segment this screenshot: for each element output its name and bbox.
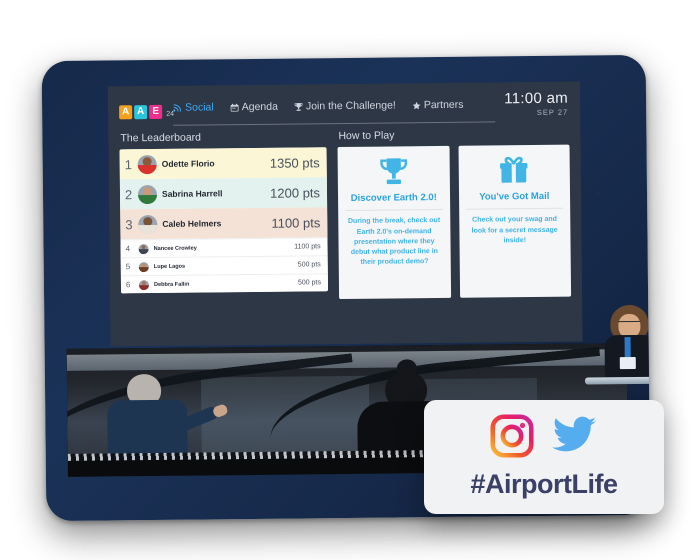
logo-letter-2: A: [134, 105, 148, 120]
event-app-screen: A A E 24 Social Agenda Join the Challeng…: [107, 81, 583, 347]
participant-name: Nancee Crowley: [153, 245, 197, 252]
rank: 4: [125, 244, 131, 254]
hashtag-card: #AirportLife: [424, 400, 664, 514]
points: 1100 pts: [271, 214, 321, 231]
leaderboard-title: The Leaderboard: [120, 131, 202, 145]
card-title: Discover Earth 2.0!: [345, 191, 443, 212]
how-to-play-section: How to Play Discover Earth 2.0! During t…: [337, 128, 572, 344]
trophy-icon: [294, 102, 303, 111]
clock-date: SEP 27: [536, 107, 569, 117]
participant-name: Odette Florio: [161, 158, 215, 169]
clock-time: 11:00 am: [504, 89, 569, 108]
points: 500 pts: [297, 261, 321, 269]
rank: 1: [124, 156, 133, 172]
card-title: You've Got Mail: [465, 190, 564, 211]
leaderboard-section: The Leaderboard 1 Odette Florio 1350 pts…: [119, 130, 329, 346]
logo-letter-1: A: [119, 105, 133, 120]
avatar: [137, 154, 157, 174]
app-header: A A E 24 Social Agenda Join the Challeng…: [108, 82, 580, 133]
challenge-card-youve-got-mail[interactable]: You've Got Mail Check out your swag and …: [458, 144, 572, 298]
avatar: [138, 214, 158, 234]
presenter-photo: [600, 304, 651, 380]
card-body: Check out your swag and look for a secre…: [471, 216, 558, 245]
rank: 6: [125, 280, 131, 290]
avatar: [137, 184, 158, 204]
stage-railing: [584, 376, 651, 385]
hashtag-text: #AirportLife: [470, 469, 618, 499]
participant-name: Debbra Fallin: [153, 281, 190, 288]
avatar: [138, 279, 150, 290]
table-row[interactable]: 2 Sabrina Harrell 1200 pts: [119, 177, 328, 210]
app-logo[interactable]: A A E 24: [119, 104, 174, 120]
participant-name: Lupe Lagos: [153, 263, 186, 270]
avatar: [138, 243, 149, 254]
nav-underline: [173, 121, 496, 126]
participant-name: Caleb Helmers: [162, 218, 222, 229]
table-row[interactable]: 1 Odette Florio 1350 pts: [119, 147, 327, 180]
points: 1200 pts: [270, 184, 321, 201]
card-body: During the break, check out Earth 2.0's …: [347, 217, 441, 266]
leaderboard-list: 1 Odette Florio 1350 pts 2 Sabrina Harre…: [119, 147, 329, 294]
rank: 2: [124, 186, 133, 202]
gift-icon: [465, 153, 563, 188]
points: 1350 pts: [269, 154, 320, 171]
twitter-icon[interactable]: [552, 416, 598, 461]
nav-item-join-the-challenge[interactable]: Join the Challenge!: [294, 99, 396, 112]
challenge-card-discover-earth[interactable]: Discover Earth 2.0! During the break, ch…: [337, 145, 451, 300]
avatar: [138, 261, 149, 272]
nav-item-partners[interactable]: Partners: [412, 99, 464, 112]
nav-label-partners: Partners: [423, 98, 464, 112]
clock: 11:00 am SEP 27: [504, 90, 568, 118]
participant-name: Sabrina Harrell: [161, 188, 223, 199]
presenter-badge: [619, 356, 636, 370]
table-row[interactable]: 6 Debbra Fallin 500 pts: [120, 273, 329, 294]
logo-letter-3: E: [149, 104, 163, 120]
nav-item-agenda[interactable]: Agenda: [230, 101, 278, 114]
rss-icon: [173, 103, 182, 112]
nav-label-social: Social: [185, 101, 214, 114]
calendar-icon: [230, 103, 239, 112]
social-icons: [490, 414, 598, 463]
table-row[interactable]: 5 Lupe Lagos 500 pts: [120, 255, 328, 276]
instagram-icon[interactable]: [490, 414, 534, 463]
table-row[interactable]: 4 Nancee Crowley 1100 pts: [120, 237, 328, 258]
nav-label-join-the-challenge: Join the Challenge!: [305, 99, 396, 113]
points: 500 pts: [297, 279, 321, 287]
nav-label-agenda: Agenda: [241, 100, 278, 114]
how-to-play-cards: Discover Earth 2.0! During the break, ch…: [337, 144, 572, 300]
main-nav: Social Agenda Join the Challenge! Partne…: [173, 99, 464, 114]
nav-item-social[interactable]: Social: [173, 101, 214, 114]
rank: 5: [125, 262, 131, 272]
table-row[interactable]: 3 Caleb Helmers 1100 pts: [120, 207, 328, 240]
glasses-icon: [618, 320, 641, 328]
points: 1100 pts: [294, 243, 321, 251]
star-icon: [412, 101, 421, 110]
app-body: The Leaderboard 1 Odette Florio 1350 pts…: [108, 128, 582, 347]
presenter-lanyard: [624, 337, 631, 360]
how-to-play-title: How to Play: [338, 129, 395, 143]
rank: 3: [125, 216, 133, 232]
trophy-icon: [345, 154, 443, 189]
